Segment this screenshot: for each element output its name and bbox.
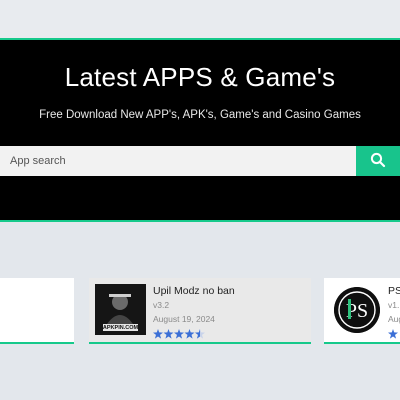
app-card-partial[interactable] — [0, 278, 74, 344]
thumbnail-label: APKPIN.COM — [102, 325, 139, 331]
search-icon — [370, 152, 386, 171]
star-icon — [388, 329, 398, 339]
app-date: Aug — [388, 314, 400, 324]
rating-stars — [153, 326, 205, 339]
app-version: v3.2 — [153, 300, 170, 310]
star-icon — [184, 329, 195, 339]
search-button[interactable] — [356, 146, 400, 176]
top-bar — [0, 0, 400, 38]
star-icon — [153, 329, 163, 339]
app-thumbnail: PS — [334, 287, 380, 333]
search-input[interactable] — [0, 146, 356, 176]
star-icon — [174, 329, 184, 339]
rating-stars — [388, 326, 400, 339]
app-thumbnail: APKPIN.COM — [95, 284, 146, 335]
app-date: August 19, 2024 — [153, 314, 215, 324]
app-version: v1. — [388, 300, 400, 310]
hero-banner: Latest APPS & Game's Free Download New A… — [0, 38, 400, 222]
app-card-partial[interactable]: PS PS v1. Aug — [324, 278, 400, 344]
app-card[interactable]: APKPIN.COM Upil Modz no ban v3.2 August … — [89, 278, 311, 344]
search-bar — [0, 146, 400, 176]
page-title: Latest APPS & Game's — [64, 62, 336, 92]
app-name[interactable]: Upil Modz no ban — [153, 285, 235, 297]
star-icon — [163, 329, 174, 339]
app-name[interactable]: PS — [388, 285, 400, 297]
page-subtitle: Free Download New APP's, APK's, Game's a… — [39, 109, 361, 121]
